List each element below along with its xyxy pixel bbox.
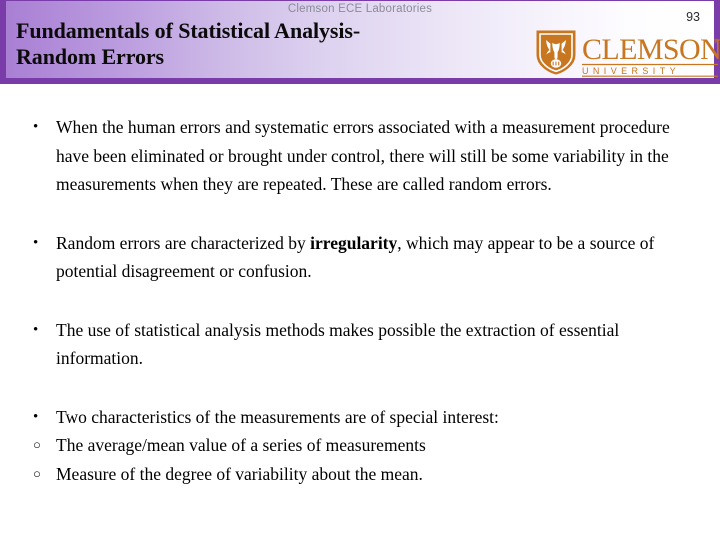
page-title-line-1: Fundamentals of Statistical Analysis- — [16, 18, 361, 43]
page-number: 93 — [686, 10, 700, 24]
bullet-text: Random errors are characterized by irreg… — [56, 233, 654, 282]
clemson-subtitle: UNIVERSITY — [582, 66, 680, 76]
bullet-dot-icon: • — [33, 234, 39, 251]
bullet-circle-icon: ○ — [33, 465, 41, 481]
sub-bullet-text: Measure of the degree of variability abo… — [56, 463, 423, 484]
slide-header: Clemson ECE Laboratories 93 Fundamentals… — [0, 0, 720, 84]
slide-canvas: Clemson ECE Laboratories 93 Fundamentals… — [0, 0, 720, 540]
bullet-dot-icon: • — [33, 119, 39, 135]
bullet-item: • Two characteristics of the measurement… — [0, 403, 720, 432]
course-eyebrow-label: Clemson ECE Laboratories — [287, 3, 433, 15]
clemson-wordmark: CLEMSON — [582, 33, 720, 66]
clemson-shield-icon — [536, 30, 576, 75]
bullet-text: The use of statistical analysis methods … — [56, 319, 620, 369]
slide-body: • When the human errors and systematic e… — [0, 95, 720, 540]
bullet-dot-icon: • — [33, 408, 39, 425]
bullet-item: • Random errors are characterized by irr… — [0, 229, 720, 286]
bullet-circle-icon: ○ — [33, 437, 41, 452]
clemson-university-logo: CLEMSON ® UNIVERSITY — [534, 29, 720, 77]
bullet-item: • When the human errors and systematic e… — [0, 113, 720, 199]
svg-text:®: ® — [714, 38, 720, 46]
bullet-text: Two characteristics of the measurements … — [56, 406, 499, 427]
sub-bullet-item: ○ Measure of the degree of variability a… — [0, 460, 720, 489]
bullet-item: • The use of statistical analysis method… — [0, 316, 720, 373]
sub-bullet-item: ○ The average/mean value of a series of … — [0, 431, 720, 460]
bullet-text: When the human errors and systematic err… — [56, 117, 670, 194]
page-title-line-2: Random Errors — [16, 44, 165, 69]
bullet-text-before: Random errors are characterized by — [56, 232, 311, 253]
sub-bullet-text: The average/mean value of a series of me… — [56, 435, 426, 455]
page-title: Fundamentals of Statistical Analysis- Ra… — [16, 18, 526, 70]
bullet-emphasis-term: irregularity — [310, 232, 398, 253]
bullet-dot-icon: • — [33, 321, 39, 338]
